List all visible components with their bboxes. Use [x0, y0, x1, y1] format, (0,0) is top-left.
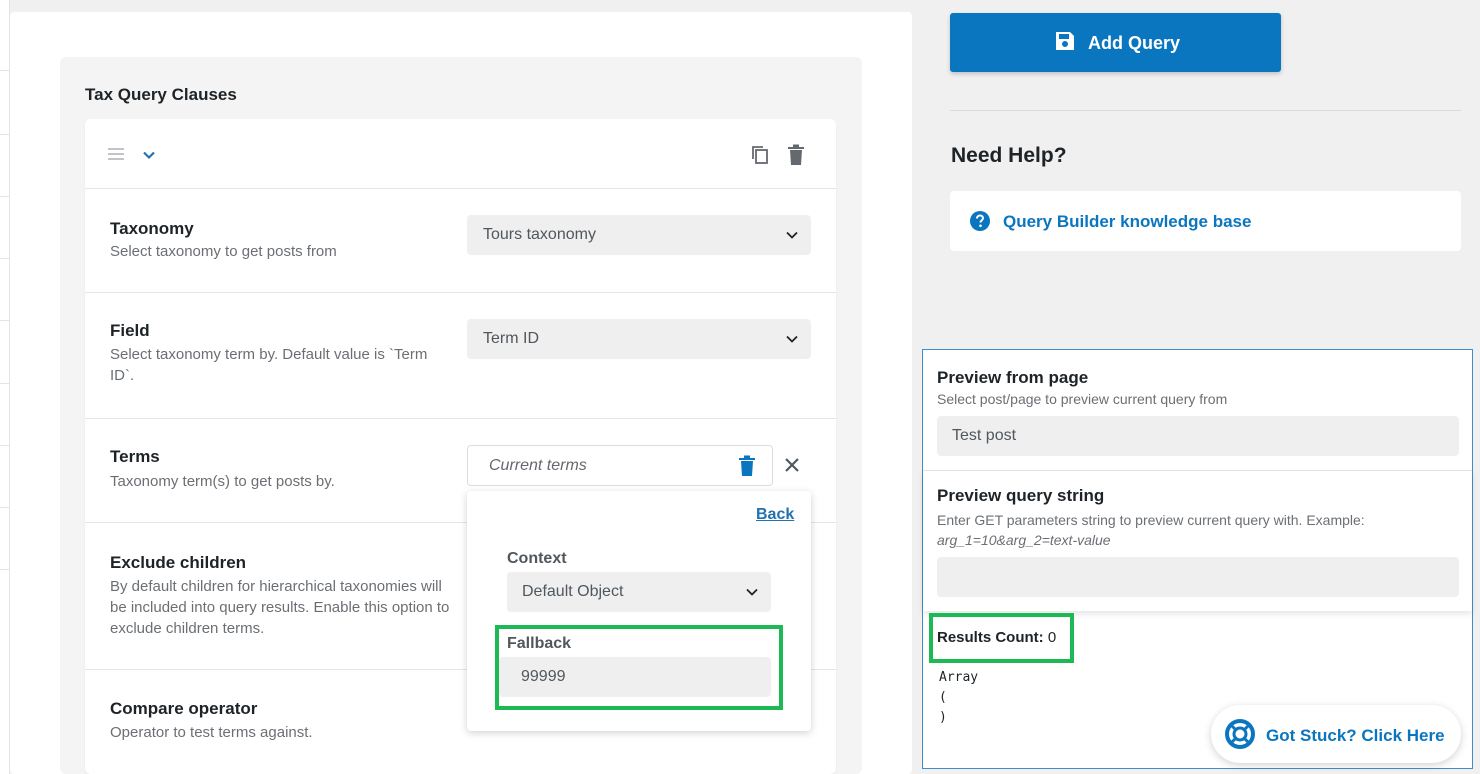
- preview-from-page-value: Test post: [952, 427, 1017, 444]
- divider: [950, 110, 1461, 111]
- taxonomy-title: Taxonomy: [110, 219, 194, 238]
- close-icon[interactable]: [784, 457, 800, 473]
- preview-query-string-title: Preview query string: [937, 486, 1105, 505]
- terms-description: Taxonomy term(s) to get posts by.: [110, 473, 335, 490]
- context-select[interactable]: Default Object: [507, 572, 771, 612]
- preview-query-string-section: Preview query string Enter GET parameter…: [923, 471, 1472, 611]
- clause-header: [85, 119, 836, 189]
- query-string-help-text: Enter GET parameters string to preview c…: [937, 512, 1365, 528]
- tax-query-title: Tax Query Clauses: [85, 85, 237, 104]
- trash-icon[interactable]: [787, 144, 805, 166]
- context-select-value: Default Object: [522, 583, 624, 600]
- field-title: Field: [110, 321, 150, 340]
- drag-handle-icon[interactable]: [108, 148, 124, 160]
- field-select[interactable]: Term ID: [467, 319, 811, 359]
- knowledge-base-link[interactable]: Query Builder knowledge base: [1003, 212, 1251, 232]
- help-title: Need Help?: [951, 144, 1067, 167]
- lifebuoy-icon: [1225, 719, 1255, 749]
- trash-icon[interactable]: [738, 455, 756, 477]
- copy-icon[interactable]: [751, 145, 769, 165]
- chevron-down-icon: [786, 231, 798, 239]
- preview-from-page-section: Preview from page Select post/page to pr…: [923, 350, 1472, 471]
- fallback-highlight-box: [495, 625, 783, 710]
- got-stuck-button[interactable]: Got Stuck? Click Here: [1211, 705, 1461, 763]
- field-select-value: Term ID: [483, 330, 539, 347]
- save-icon: [1056, 32, 1074, 50]
- question-circle-icon: [970, 211, 990, 231]
- taxonomy-select[interactable]: Tours taxonomy: [467, 215, 811, 255]
- knowledge-base-card[interactable]: Query Builder knowledge base: [950, 191, 1461, 251]
- add-query-button[interactable]: Add Query: [950, 13, 1281, 72]
- results-highlight-box: [929, 613, 1074, 663]
- query-string-example: arg_1=10&arg_2=text-value: [937, 532, 1111, 548]
- preview-query-string-description: Enter GET parameters string to preview c…: [937, 510, 1437, 550]
- taxonomy-row: Taxonomy Select taxonomy to get posts fr…: [85, 189, 836, 293]
- compare-operator-description: Operator to test terms against.: [110, 724, 313, 741]
- got-stuck-label: Got Stuck? Click Here: [1266, 726, 1445, 745]
- query-results-output: Array ( ): [939, 670, 979, 725]
- taxonomy-description: Select taxonomy to get posts from: [110, 243, 337, 260]
- terms-title: Terms: [110, 447, 160, 466]
- chevron-down-icon: [746, 588, 758, 596]
- back-link[interactable]: Back: [756, 506, 794, 524]
- preview-query-string-input[interactable]: [937, 557, 1459, 597]
- terms-input[interactable]: Current terms: [467, 445, 773, 486]
- field-row: Field Select taxonomy term by. Default v…: [85, 293, 836, 419]
- taxonomy-select-value: Tours taxonomy: [483, 226, 596, 243]
- chevron-down-icon[interactable]: [141, 147, 157, 163]
- chevron-down-icon: [786, 335, 798, 343]
- preview-from-page-title: Preview from page: [937, 368, 1089, 387]
- left-edge-strip: [0, 0, 10, 774]
- context-label: Context: [507, 550, 567, 567]
- preview-from-page-description: Select post/page to preview current quer…: [937, 391, 1228, 407]
- compare-operator-title: Compare operator: [110, 699, 258, 718]
- terms-placeholder: Current terms: [489, 457, 587, 474]
- exclude-children-description: By default children for hierarchical tax…: [110, 578, 450, 637]
- field-description: Select taxonomy term by. Default value i…: [110, 346, 428, 384]
- preview-from-page-input[interactable]: Test post: [937, 416, 1459, 456]
- exclude-children-title: Exclude children: [110, 553, 247, 572]
- add-query-label: Add Query: [1088, 33, 1181, 53]
